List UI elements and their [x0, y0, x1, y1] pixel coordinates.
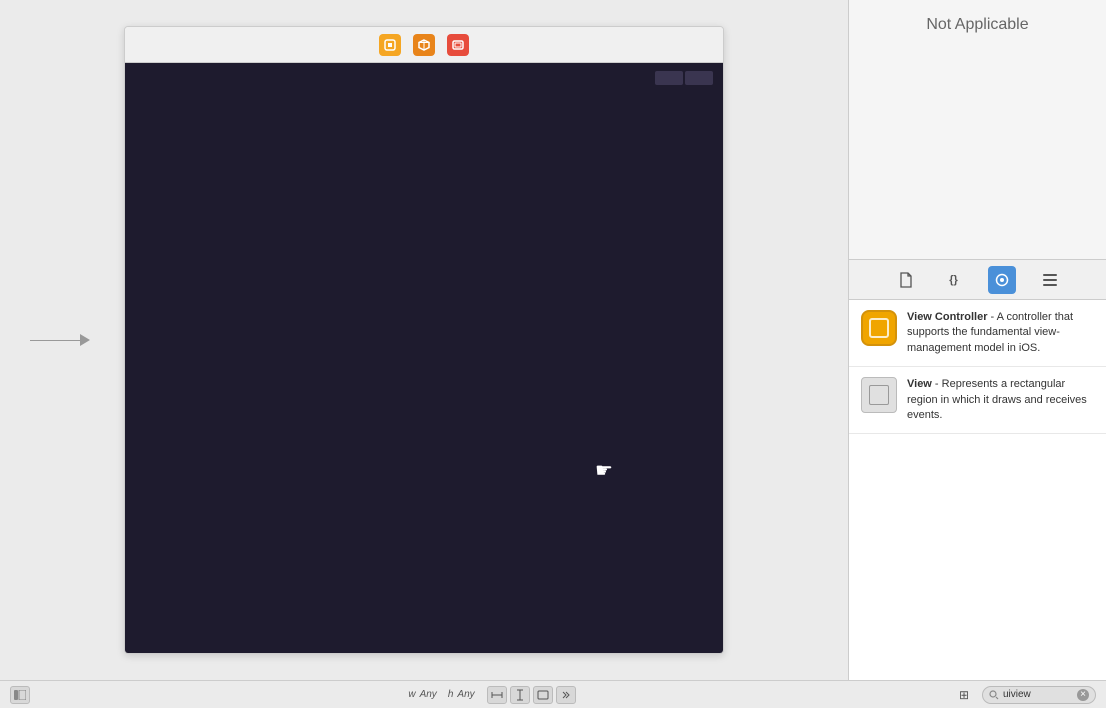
- view-text: View - Represents a rectangular region i…: [907, 377, 1094, 423]
- search-input[interactable]: [1003, 689, 1073, 700]
- list-tab[interactable]: [1036, 266, 1064, 294]
- grid-view-btn[interactable]: ⊞: [954, 686, 974, 704]
- arrow-line: [30, 340, 80, 341]
- clear-search-btn[interactable]: ×: [1077, 689, 1089, 701]
- file-tab[interactable]: [892, 266, 920, 294]
- view-controller-icon: [861, 310, 897, 346]
- not-applicable-label: Not Applicable: [926, 16, 1028, 34]
- reset-size-btn[interactable]: [556, 686, 576, 704]
- width-size-btn[interactable]: [487, 686, 507, 704]
- circle-tab[interactable]: [988, 266, 1016, 294]
- mini-controls: [655, 71, 713, 85]
- bottom-right: ⊞ ×: [954, 686, 1096, 704]
- toggle-navigator-btn[interactable]: [10, 686, 30, 704]
- view-title: View: [907, 378, 932, 390]
- storyboard-titlebar: [125, 27, 723, 63]
- view-controller-item[interactable]: View Controller - A controller that supp…: [849, 300, 1106, 367]
- box-icon[interactable]: [413, 34, 435, 56]
- cursor-hand: ☛: [595, 458, 613, 483]
- bottom-bar: wAny hAny ⊞ ×: [0, 680, 1106, 708]
- view-controller-icon-inner: [869, 318, 889, 338]
- inspector-header: Not Applicable: [849, 0, 1106, 260]
- bottom-left: [10, 686, 30, 704]
- search-icon: [989, 690, 999, 700]
- height-size-btn[interactable]: [510, 686, 530, 704]
- view-controller-title: View Controller: [907, 311, 987, 323]
- scene-arrow: [30, 334, 90, 346]
- arrow-head: [80, 334, 90, 346]
- h-size: Any: [457, 689, 474, 700]
- view-item[interactable]: View - Represents a rectangular region i…: [849, 367, 1106, 434]
- inspector-list: View Controller - A controller that supp…: [849, 300, 1106, 680]
- view-desc: - Represents a rectangular region in whi…: [907, 378, 1087, 421]
- aspect-ratio-btn[interactable]: [533, 686, 553, 704]
- right-panel: Not Applicable {}: [848, 0, 1106, 680]
- storyboard-window: ☛: [124, 26, 724, 654]
- storyboard-content[interactable]: ☛: [125, 63, 723, 653]
- mini-btn-1: [655, 71, 683, 85]
- braces-tab[interactable]: {}: [940, 266, 968, 294]
- mini-btn-2: [685, 71, 713, 85]
- h-label: h: [448, 689, 454, 700]
- canvas-area: ☛: [0, 0, 848, 680]
- controller-icon[interactable]: [447, 34, 469, 56]
- w-label: w: [408, 689, 415, 700]
- view-icon: [861, 377, 897, 413]
- inspector-tabs: {}: [849, 260, 1106, 300]
- component-icon[interactable]: [379, 34, 401, 56]
- bottom-center: wAny hAny: [408, 686, 575, 704]
- w-size: Any: [420, 689, 437, 700]
- search-box: ×: [982, 686, 1096, 704]
- view-controller-text: View Controller - A controller that supp…: [907, 310, 1094, 356]
- view-icon-inner: [869, 385, 889, 405]
